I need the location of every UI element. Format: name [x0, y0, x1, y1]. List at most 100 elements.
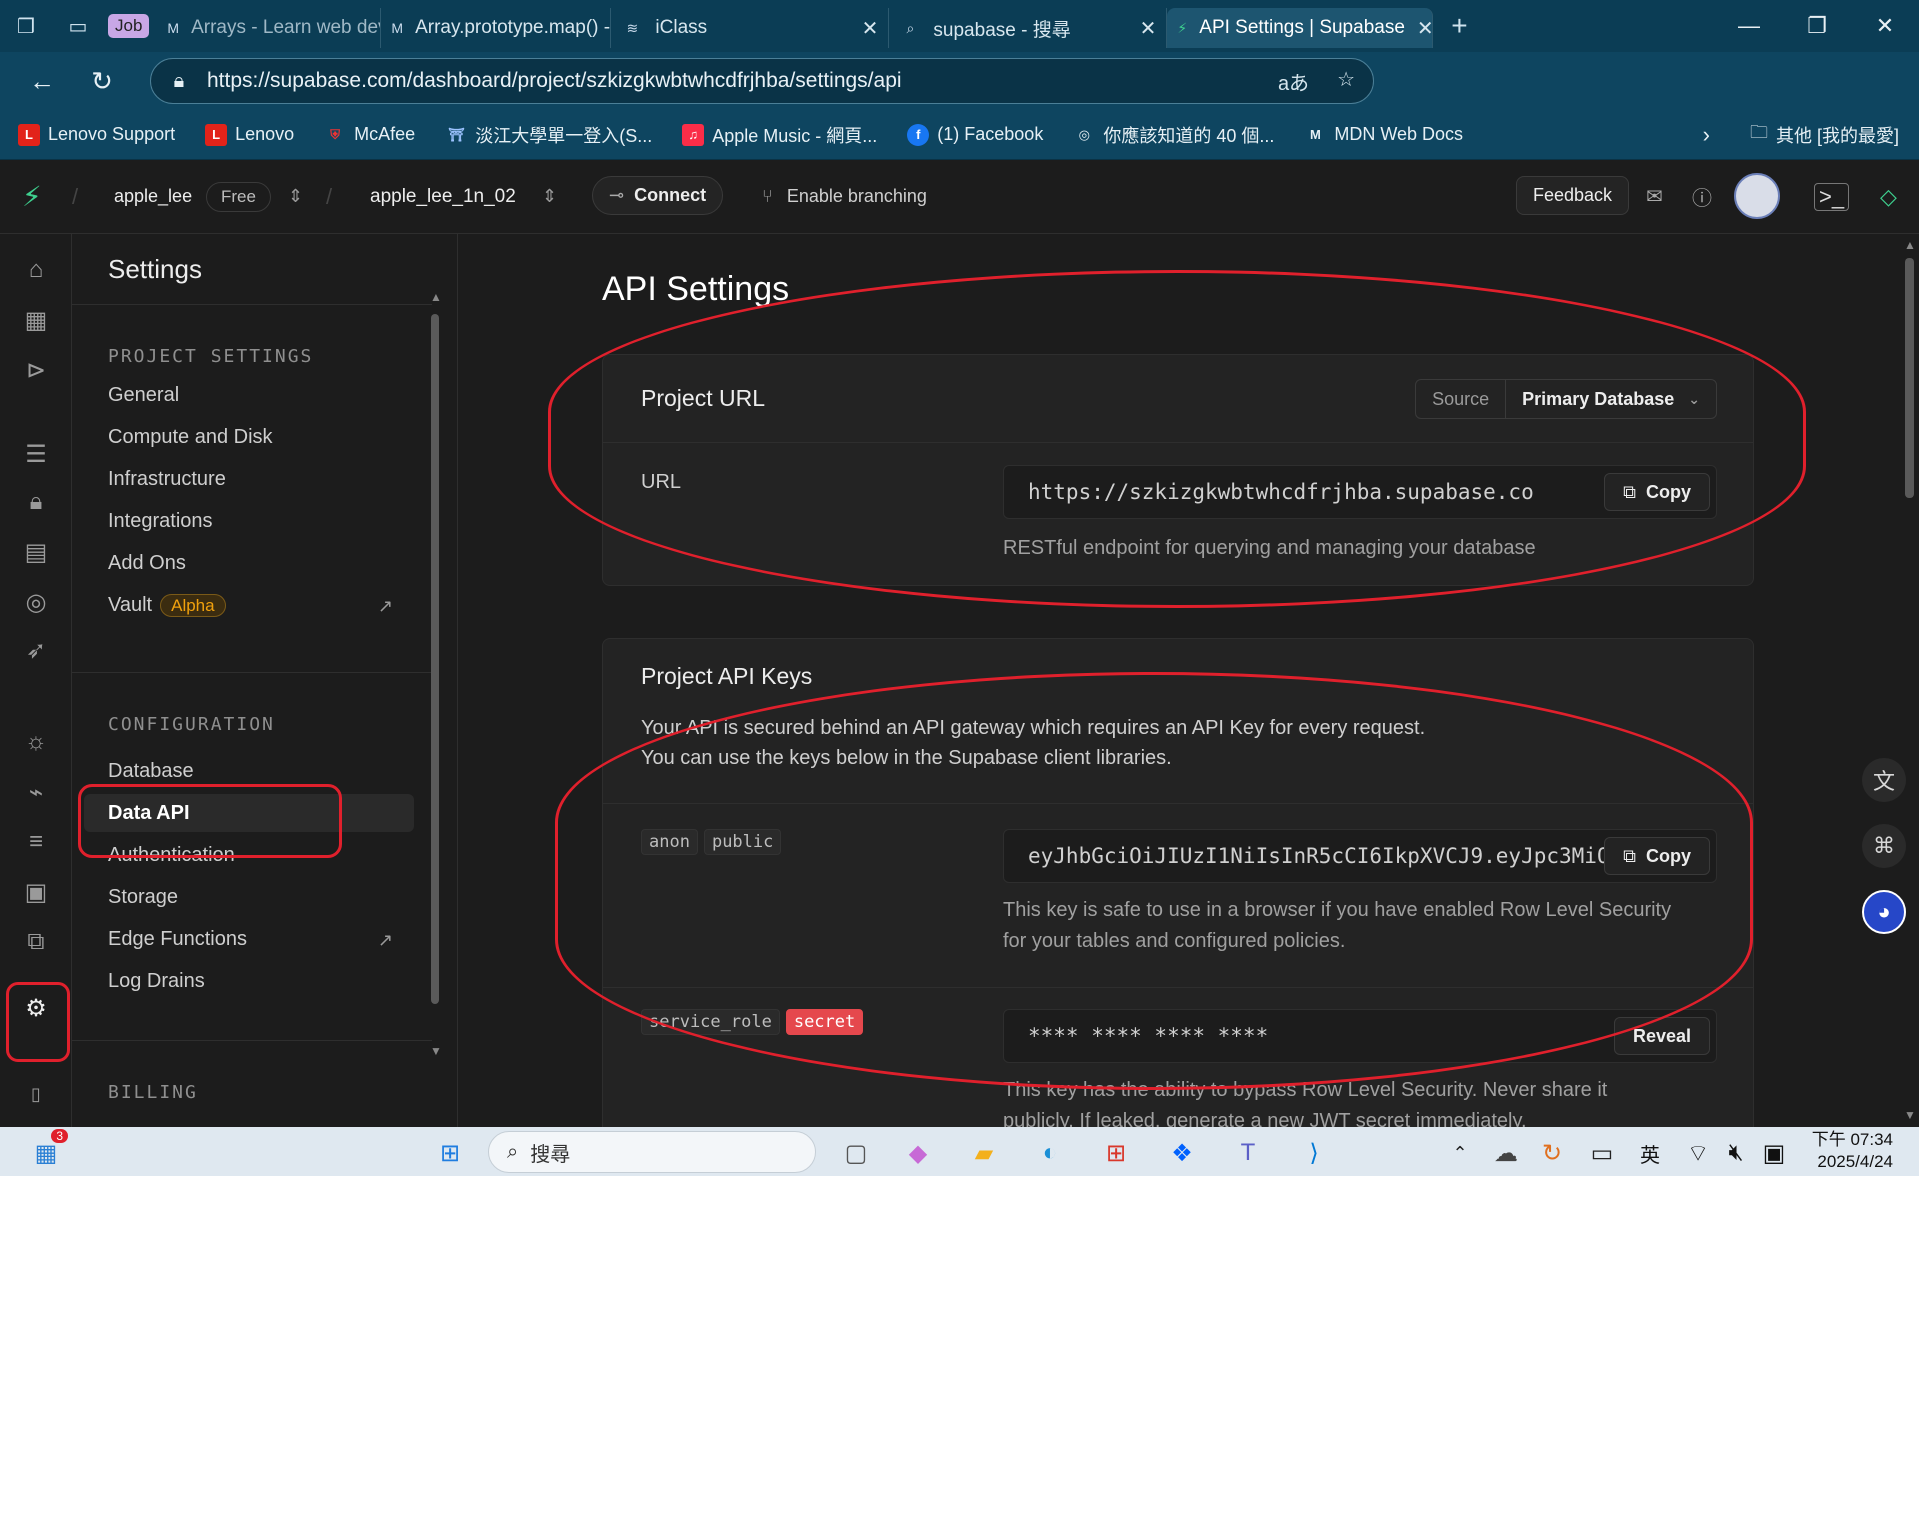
back-icon[interactable]: ←	[12, 52, 72, 110]
sidebar-item-data-api[interactable]: Data API	[108, 802, 190, 825]
close-icon[interactable]: ✕	[1128, 16, 1157, 41]
copy-anon-key-button[interactable]: ⧉ Copy	[1604, 837, 1710, 875]
taskbar-search[interactable]: ⌕ 搜尋	[488, 1131, 816, 1173]
sync-icon[interactable]: ↻	[1532, 1133, 1572, 1173]
scroll-down-icon[interactable]: ▼	[430, 1044, 442, 1058]
scroll-up-icon[interactable]: ▲	[430, 290, 442, 304]
sidebar-item-database[interactable]: Database	[108, 760, 194, 783]
enable-branching-link[interactable]: ⑂ Enable branching	[762, 186, 927, 207]
dropbox-icon[interactable]: ❖	[1162, 1133, 1202, 1173]
command-icon[interactable]: ⌘	[1862, 824, 1906, 868]
chat-assistant-icon[interactable]: ◕	[1862, 890, 1906, 934]
auth-lock-icon[interactable]: 🔒︎	[20, 486, 52, 518]
tab-api-settings[interactable]: ⚡ API Settings | Supabase ✕	[1167, 8, 1434, 48]
project-switcher-icon[interactable]: ⇕	[542, 186, 557, 207]
store-icon[interactable]: ⊞	[1096, 1133, 1136, 1173]
close-icon[interactable]: ✕	[1405, 16, 1433, 41]
system-clock[interactable]: 下午 07:34 2025/4/24	[1812, 1129, 1893, 1173]
sidebar-item-general[interactable]: General	[108, 384, 179, 407]
scrollbar-thumb[interactable]	[1905, 258, 1914, 498]
logs-icon[interactable]: ≡	[20, 826, 52, 858]
storage-icon[interactable]: ▤	[20, 536, 52, 568]
sidebar-item-compute-and-disk[interactable]: Compute and Disk	[108, 426, 273, 449]
bookmark-mcafee[interactable]: ⛨ McAfee	[324, 124, 415, 146]
copy-url-button[interactable]: ⧉ Copy	[1604, 473, 1710, 511]
scroll-up-icon[interactable]: ▲	[1904, 238, 1916, 252]
favorite-star-icon[interactable]: ☆	[1337, 67, 1355, 96]
new-tab-icon[interactable]: +	[1433, 0, 1485, 52]
workspaces-icon[interactable]: ❒	[0, 0, 52, 52]
bookmark-mdn[interactable]: M MDN Web Docs	[1304, 124, 1463, 146]
wifi-icon[interactable]: ⌔	[1678, 1133, 1718, 1173]
project-name[interactable]: apple_lee_1n_02	[370, 186, 516, 208]
other-favorites-folder[interactable]: 🗀︎ 其他 [我的最愛]	[1750, 120, 1899, 150]
url-field[interactable]: 🔒︎ https://supabase.com/dashboard/projec…	[150, 58, 1374, 104]
minimize-icon[interactable]: —	[1715, 0, 1783, 52]
sidebar-item-integrations[interactable]: Integrations	[108, 510, 213, 533]
main-scrollbar[interactable]: ▲ ▼	[1900, 234, 1919, 1127]
supabase-logo-icon[interactable]: ⚡	[22, 180, 42, 213]
teams-icon[interactable]: T	[1228, 1133, 1268, 1173]
reload-icon[interactable]: ↻	[72, 52, 132, 110]
project-url-field[interactable]: https://szkizgkwbtwhcdfrjhba.supabase.co…	[1003, 465, 1717, 519]
api-docs-icon[interactable]: ▣	[20, 876, 52, 908]
sidebar-item-vault[interactable]: Vault Alpha	[108, 594, 226, 617]
onedrive-icon[interactable]: ☁	[1486, 1133, 1526, 1173]
sql-editor-icon[interactable]: ⊳	[20, 354, 52, 386]
reports-icon[interactable]: ⌁	[20, 776, 52, 808]
org-name[interactable]: apple_lee	[114, 186, 192, 207]
database-icon[interactable]: ☰	[20, 438, 52, 470]
chevron-up-icon[interactable]: ⌃	[1440, 1133, 1480, 1173]
help-icon[interactable]: ⓘ	[1692, 182, 1712, 211]
org-switcher-icon[interactable]: ⇕	[288, 186, 303, 207]
sidebar-item-infrastructure[interactable]: Infrastructure	[108, 468, 226, 491]
integrations-icon[interactable]: ⧉	[20, 926, 52, 958]
reveal-button[interactable]: Reveal	[1613, 1017, 1710, 1055]
realtime-icon[interactable]: ◎	[20, 586, 52, 618]
source-dropdown[interactable]: Primary Database ⌄	[1506, 389, 1716, 410]
tab-arrays[interactable]: M Arrays - Learn web deve ✕	[157, 8, 382, 48]
widgets-icon[interactable]: ▦ 3	[26, 1129, 68, 1173]
copilot-app-icon[interactable]: ◆	[898, 1133, 938, 1173]
sidebar-item-add-ons[interactable]: Add Ons	[108, 552, 186, 575]
feedback-button[interactable]: Feedback	[1516, 176, 1630, 215]
sidebar-item-edge-functions[interactable]: Edge Functions	[108, 928, 247, 951]
sidebar-item-authentication[interactable]: Authentication	[108, 844, 235, 867]
assistant-icon[interactable]: ◇	[1880, 184, 1897, 210]
file-explorer-icon[interactable]: ▰	[964, 1133, 1004, 1173]
tab-supabase-search[interactable]: ⌕ supabase - 搜尋 ✕	[889, 8, 1168, 48]
chevron-right-icon[interactable]: ›	[1703, 122, 1710, 148]
ime-indicator[interactable]: 英	[1630, 1133, 1670, 1173]
vscode-icon[interactable]: ⟩	[1294, 1133, 1334, 1173]
edge-browser-icon[interactable]: ◐	[1030, 1133, 1070, 1173]
bookmark-tku-sso[interactable]: ⛩ 淡江大學單一登入(S...	[445, 122, 652, 148]
table-editor-icon[interactable]: ▦	[20, 304, 52, 336]
tab-array-map[interactable]: M Array.prototype.map() - ✕	[381, 8, 612, 48]
source-selector[interactable]: Source Primary Database ⌄	[1415, 379, 1717, 419]
url-text[interactable]: https://supabase.com/dashboard/project/s…	[207, 69, 902, 93]
sidebar-scrollbar[interactable]: ▲ ▼	[430, 290, 442, 1058]
advisors-icon[interactable]: ☼	[20, 726, 52, 758]
start-icon[interactable]: ⊞	[430, 1133, 470, 1173]
bookmark-lenovo[interactable]: L Lenovo	[205, 123, 294, 146]
close-window-icon[interactable]: ✕	[1851, 0, 1919, 52]
bookmark-facebook[interactable]: f (1) Facebook	[907, 123, 1043, 146]
bookmark-40-things[interactable]: ◎ 你應該知道的 40 個...	[1073, 122, 1275, 148]
sidebar-item-log-drains[interactable]: Log Drains	[108, 970, 205, 993]
settings-gear-icon[interactable]: ⚙	[20, 992, 52, 1024]
terminal-icon[interactable]: >_	[1814, 182, 1850, 211]
scrollbar-thumb[interactable]	[431, 314, 439, 1004]
service-role-key-field[interactable]: **** **** **** **** Reveal	[1003, 1009, 1717, 1063]
bookmark-lenovo-support[interactable]: L Lenovo Support	[18, 123, 175, 146]
display-icon[interactable]: ▭	[1582, 1133, 1622, 1173]
task-view-icon[interactable]: ▢	[836, 1133, 876, 1173]
home-icon[interactable]: ⌂	[20, 254, 52, 286]
collapse-panel-icon[interactable]: ▯	[20, 1078, 52, 1110]
bookmark-apple-music[interactable]: ♫ Apple Music - 網頁...	[682, 122, 877, 148]
translate-icon[interactable]: 文	[1862, 758, 1906, 802]
restore-icon[interactable]: ❐	[1783, 0, 1851, 52]
tab-iclass[interactable]: ≋ iClass ✕	[611, 8, 890, 48]
user-avatar[interactable]	[1734, 173, 1780, 219]
volume-muted-icon[interactable]: 🔇︎	[1716, 1133, 1756, 1173]
scroll-down-icon[interactable]: ▼	[1904, 1108, 1916, 1122]
